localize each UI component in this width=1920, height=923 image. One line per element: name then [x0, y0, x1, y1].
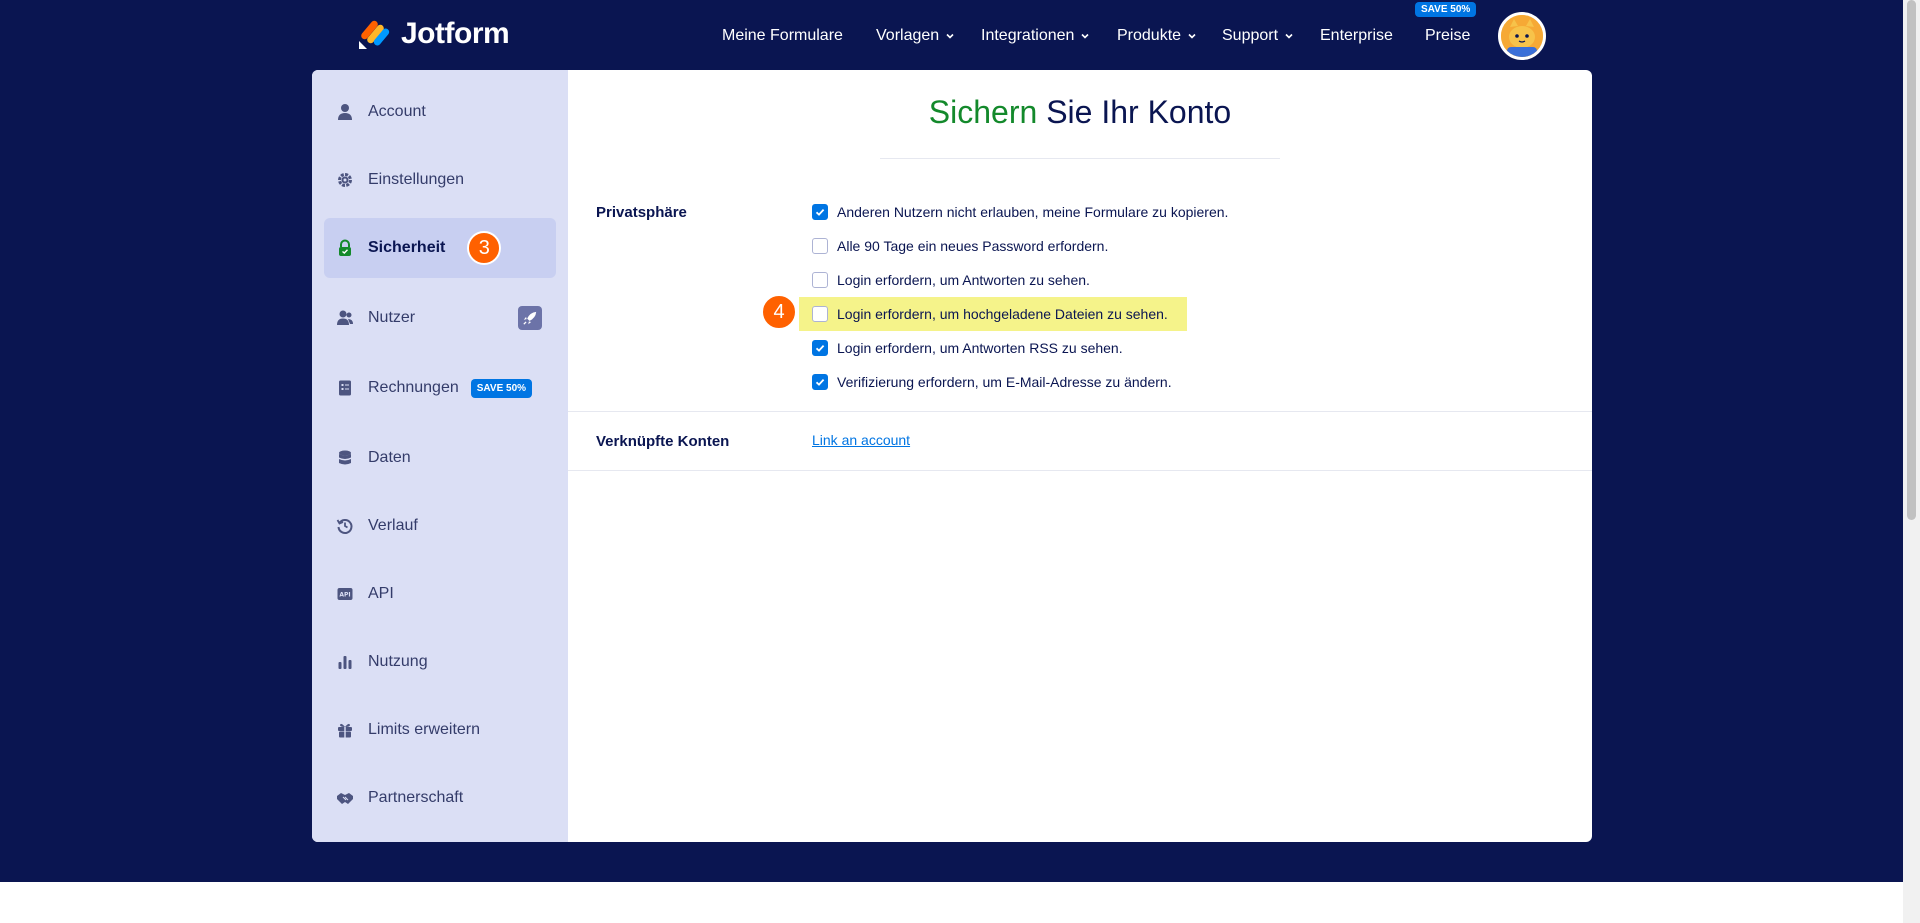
sidebar-item-sicherheit[interactable]: Sicherheit 3	[324, 218, 556, 278]
nav-label: Vorlagen	[876, 27, 940, 44]
sidebar-item-daten[interactable]: Daten	[324, 428, 556, 488]
bar-chart-icon	[338, 656, 352, 669]
section-divider	[568, 411, 1592, 412]
sidebar-item-label: Sicherheit	[368, 239, 446, 256]
jotform-logo[interactable]: Jotform	[357, 14, 510, 54]
sidebar-item-label: Limits erweitern	[368, 721, 481, 738]
privacy-option-password-90-days[interactable]: Alle 90 Tage ein neues Password erforder…	[812, 232, 1108, 260]
svg-text:API: API	[339, 592, 350, 599]
option-label: Verifizierung erfordern, um E-Mail-Adres…	[837, 374, 1172, 390]
sidebar-item-label: Verlauf	[368, 517, 418, 534]
checkbox-unchecked[interactable]	[812, 238, 828, 254]
sidebar-item-label: Daten	[368, 449, 411, 466]
step-4-badge: 4	[761, 294, 797, 330]
privacy-option-login-answers[interactable]: Login erfordern, um Antworten zu sehen.	[812, 266, 1090, 294]
nav-label: Preise	[1425, 27, 1471, 44]
sidebar-item-rechnungen[interactable]: Rechnungen SAVE 50%	[324, 358, 556, 418]
nav-label: Meine Formulare	[722, 27, 843, 44]
checkbox-checked[interactable]	[812, 340, 828, 356]
option-label: Alle 90 Tage ein neues Password erforder…	[837, 238, 1109, 254]
nav-vorlagen[interactable]: Vorlagen	[876, 27, 955, 45]
security-content: Sichern Sie Ihr Konto Privatsphäre Ander…	[568, 70, 1592, 842]
api-icon: API	[337, 588, 353, 600]
sidebar-item-nutzung[interactable]: Nutzung	[324, 632, 556, 692]
nav-enterprise[interactable]: Enterprise	[1320, 27, 1393, 45]
database-icon	[339, 450, 351, 465]
sidebar-item-account[interactable]: Account	[324, 82, 556, 142]
nav-label: Enterprise	[1320, 27, 1393, 44]
sidebar-item-partnerschaft[interactable]: Partnerschaft	[324, 768, 556, 828]
chevron-down-icon	[1188, 33, 1196, 39]
gear-icon	[338, 173, 352, 187]
chevron-down-icon	[1081, 33, 1089, 39]
privacy-section-label: Privatsphäre	[596, 204, 687, 221]
section-divider	[568, 470, 1592, 471]
checkbox-unchecked[interactable]	[812, 272, 828, 288]
nav-preise[interactable]: Preise	[1425, 27, 1470, 45]
sidebar-item-label: Rechnungen	[368, 379, 459, 396]
sidebar-item-label: Partnerschaft	[368, 789, 464, 806]
option-label: Anderen Nutzern nicht erlauben, meine Fo…	[837, 204, 1229, 220]
page-title-highlight: Sichern	[928, 94, 1038, 130]
sidebar-item-limits-erweitern[interactable]: Limits erweitern	[324, 700, 556, 760]
privacy-option-login-uploads[interactable]: Login erfordern, um hochgeladene Dateien…	[799, 297, 1187, 331]
user-icon	[338, 104, 352, 120]
handshake-icon	[337, 793, 353, 804]
sidebar-item-label: Account	[368, 103, 426, 120]
linked-accounts-label: Verknüpfte Konten	[596, 433, 730, 450]
checkbox-unchecked[interactable]	[812, 306, 828, 322]
option-label: Login erfordern, um Antworten RSS zu seh…	[837, 340, 1123, 356]
sidebar-item-verlauf[interactable]: Verlauf	[324, 496, 556, 556]
nav-meine-formulare[interactable]: Meine Formulare	[722, 27, 843, 45]
step-3-badge: 3	[467, 231, 502, 265]
scrollbar-thumb[interactable]	[1907, 0, 1916, 520]
users-icon	[337, 310, 353, 325]
save-badge: SAVE 50%	[470, 378, 533, 398]
option-label: Login erfordern, um hochgeladene Dateien…	[837, 306, 1168, 322]
sidebar-item-api[interactable]: API API	[324, 564, 556, 624]
sidebar-item-label: Nutzung	[368, 653, 428, 670]
nav-label: Produkte	[1117, 27, 1182, 44]
sidebar-item-label: Einstellungen	[368, 171, 465, 188]
check-icon	[815, 378, 825, 386]
nav-support[interactable]: Support	[1222, 27, 1294, 45]
link-account-link[interactable]: Link an account	[812, 432, 910, 448]
nav-label: Integrationen	[981, 27, 1075, 44]
page-scrollbar[interactable]	[1903, 0, 1920, 923]
lock-icon	[339, 239, 351, 256]
privacy-option-email-verification[interactable]: Verifizierung erfordern, um E-Mail-Adres…	[812, 368, 1172, 396]
settings-panel: Account Einstellungen Sicherheit 3 Nutze…	[312, 70, 1592, 842]
option-label: Login erfordern, um Antworten zu sehen.	[837, 272, 1090, 288]
rocket-glyph	[523, 311, 537, 325]
rocket-icon[interactable]	[518, 306, 542, 330]
sidebar-item-label: Nutzer	[368, 309, 416, 326]
page-title-rest: Sie Ihr Konto	[1037, 94, 1232, 130]
check-icon	[815, 208, 825, 216]
checkbox-checked[interactable]	[812, 204, 828, 220]
check-icon	[815, 344, 825, 352]
sidebar-item-label: API	[368, 585, 394, 602]
chevron-down-icon	[946, 33, 954, 39]
jotform-logo-icon	[359, 20, 390, 49]
history-icon	[336, 519, 353, 534]
nav-produkte[interactable]: Produkte	[1117, 27, 1197, 45]
sidebar-item-nutzer[interactable]: Nutzer	[324, 288, 556, 348]
invoice-icon	[339, 380, 351, 396]
sidebar-item-einstellungen[interactable]: Einstellungen	[324, 150, 556, 210]
save-badge: SAVE 50%	[1415, 2, 1477, 17]
chevron-down-icon	[1285, 33, 1293, 39]
title-divider	[880, 158, 1280, 159]
nav-label: Support	[1222, 27, 1279, 44]
privacy-option-no-copy[interactable]: Anderen Nutzern nicht erlauben, meine Fo…	[812, 198, 1228, 226]
logo-text: Jotform	[401, 17, 510, 50]
checkbox-checked[interactable]	[812, 374, 828, 390]
cat-avatar-icon[interactable]	[1498, 12, 1546, 60]
gift-icon	[338, 723, 352, 738]
nav-integrationen[interactable]: Integrationen	[981, 27, 1090, 45]
settings-sidebar: Account Einstellungen Sicherheit 3 Nutze…	[312, 70, 568, 842]
avatar-face	[1501, 15, 1543, 57]
page-title: Sichern Sie Ihr Konto	[568, 94, 1592, 131]
privacy-option-login-rss[interactable]: Login erfordern, um Antworten RSS zu seh…	[812, 334, 1123, 362]
